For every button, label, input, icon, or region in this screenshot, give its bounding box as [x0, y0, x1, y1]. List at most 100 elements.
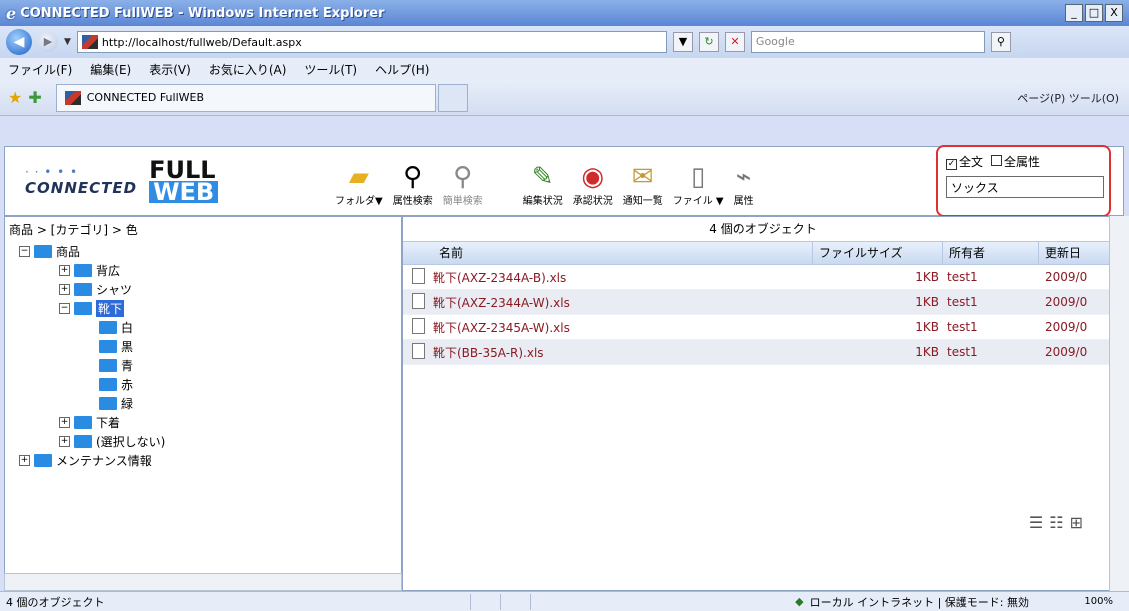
details-view-icon[interactable]: ☰	[1029, 513, 1043, 532]
search-box-panel: ✓ 全文 全属性 ソックス	[936, 145, 1111, 217]
tree-node[interactable]: + メンテナンス情報	[5, 451, 401, 470]
expand-icon[interactable]: +	[59, 284, 70, 295]
folder-icon	[34, 245, 52, 258]
tree-node[interactable]: + (選択しない)	[5, 432, 401, 451]
back-button[interactable]: ◀	[6, 29, 32, 55]
table-row[interactable]: 靴下(AXZ-2345A-W).xls 1KB test1 2009/0	[403, 315, 1123, 340]
favorites-star-icon[interactable]: ★	[8, 88, 22, 107]
menu-help[interactable]: ヘルプ(H)	[375, 61, 429, 78]
column-header-name[interactable]: 名前	[433, 242, 813, 264]
tree-node-label: 白	[121, 321, 134, 335]
expand-icon[interactable]: +	[59, 436, 70, 447]
tree-node[interactable]: − 商品	[5, 242, 401, 261]
file-menu-button[interactable]: ▯ ファイル ▼	[673, 147, 724, 215]
file-name[interactable]: 靴下(AXZ-2345A-W).xls	[433, 319, 813, 336]
history-dropdown-icon[interactable]: ▼	[64, 37, 71, 47]
all-attribute-checkbox[interactable]: 全属性	[991, 153, 1040, 170]
folder-button[interactable]: ▰ フォルダ▼	[335, 147, 383, 215]
web-search-input[interactable]: Google	[750, 31, 985, 53]
connected-fullweb-logo: · · • • • CONNECTED FULL WEB	[5, 147, 335, 215]
tree-node-label: 緑	[121, 397, 134, 411]
expand-icon[interactable]: +	[19, 455, 30, 466]
menu-view[interactable]: 表示(V)	[149, 61, 191, 78]
tree-horizontal-scrollbar[interactable]	[4, 573, 402, 591]
maximize-button[interactable]: □	[1085, 4, 1103, 22]
collapse-icon[interactable]: −	[59, 303, 70, 314]
document-icon	[411, 267, 425, 284]
tree-node[interactable]: + シャツ	[5, 280, 401, 299]
tab-connected-fullweb[interactable]: CONNECTED FullWEB	[55, 83, 436, 112]
document-icon	[411, 317, 425, 334]
column-header-date[interactable]: 更新日	[1039, 242, 1099, 264]
checkbox-unchecked-icon	[991, 155, 1003, 166]
command-bar[interactable]: ページ(P) ツール(O)	[1017, 90, 1119, 106]
add-favorites-icon[interactable]: ✚	[28, 88, 41, 107]
tree-node-label: 黒	[121, 340, 134, 354]
folder-icon	[99, 397, 117, 410]
fulltext-checkbox[interactable]: ✓ 全文	[946, 153, 983, 170]
file-owner: test1	[947, 295, 978, 309]
menu-edit[interactable]: 編集(E)	[90, 61, 131, 78]
stamp-icon: ◉	[581, 162, 605, 192]
search-go-button[interactable]: ⚲	[990, 32, 1011, 52]
new-tab-button[interactable]	[437, 83, 468, 112]
table-row[interactable]: 靴下(BB-35A-R).xls 1KB test1 2009/0	[403, 340, 1123, 365]
tree-node[interactable]: − 靴下	[5, 299, 401, 318]
attribute-search-button[interactable]: ⚲ 属性検索	[393, 147, 433, 215]
attribute-button[interactable]: ⌁ 属性	[734, 147, 754, 215]
security-zone-text[interactable]: ローカル イントラネット | 保護モード: 無効	[810, 594, 1029, 610]
minimize-button[interactable]: _	[1065, 4, 1083, 22]
folder-icon: ▰	[348, 162, 369, 192]
file-name[interactable]: 靴下(AXZ-2344A-B).xls	[433, 269, 813, 286]
tree-node[interactable]: 赤	[5, 375, 401, 394]
table-row[interactable]: 靴下(AXZ-2344A-B).xls 1KB test1 2009/0	[403, 265, 1123, 290]
close-button[interactable]: X	[1105, 4, 1123, 22]
folder-icon	[74, 264, 92, 277]
table-row[interactable]: 靴下(AXZ-2344A-W).xls 1KB test1 2009/0	[403, 290, 1123, 315]
tree-node[interactable]: 黒	[5, 337, 401, 356]
tree-node[interactable]: 緑	[5, 394, 401, 413]
edit-status-label: 編集状況	[522, 196, 563, 207]
zoom-level[interactable]: 100%	[1084, 596, 1113, 607]
file-owner: test1	[947, 270, 978, 284]
menu-file[interactable]: ファイル(F)	[8, 61, 72, 78]
stop-button[interactable]: ✕	[724, 32, 745, 52]
forward-button[interactable]: ▶	[38, 32, 58, 52]
site-favicon-icon	[81, 35, 98, 49]
url-dropdown-button[interactable]: ▼	[672, 32, 693, 52]
tree-node[interactable]: 青	[5, 356, 401, 375]
folder-icon	[99, 378, 117, 391]
file-name[interactable]: 靴下(AXZ-2344A-W).xls	[433, 294, 813, 311]
keyword-search-input[interactable]: ソックス	[946, 176, 1104, 198]
search-icon: ⚲	[403, 162, 423, 192]
tree-node-label: 商品	[56, 245, 81, 259]
file-list-vertical-scrollbar[interactable]	[1109, 216, 1129, 591]
attribute-label: 属性	[733, 196, 754, 207]
tree-node[interactable]: 白	[5, 318, 401, 337]
attribute-search-label: 属性検索	[392, 196, 433, 207]
search-icon: ⚲	[453, 162, 473, 192]
collapse-icon[interactable]: −	[19, 246, 30, 257]
column-header-size[interactable]: ファイルサイズ	[813, 242, 943, 264]
folder-button-label: フォルダ▼	[335, 196, 383, 207]
expand-icon[interactable]: +	[59, 417, 70, 428]
icon-view-icon[interactable]: ⊞	[1070, 513, 1083, 532]
file-date: 2009/0	[1045, 345, 1088, 359]
tree-node[interactable]: + 下着	[5, 413, 401, 432]
approval-status-button[interactable]: ◉ 承認状況	[573, 147, 613, 215]
menu-favorites[interactable]: お気に入り(A)	[209, 61, 287, 78]
file-name[interactable]: 靴下(BB-35A-R).xls	[433, 344, 813, 361]
simple-search-button[interactable]: ⚲ 簡単検索	[443, 147, 483, 215]
expand-icon[interactable]: +	[59, 265, 70, 276]
file-size: 1KB	[915, 320, 939, 334]
edit-status-button[interactable]: ✎ 編集状況	[523, 147, 563, 215]
column-header-owner[interactable]: 所有者	[943, 242, 1039, 264]
status-bar: 4 個のオブジェクト ◆ ローカル イントラネット | 保護モード: 無効 10…	[0, 591, 1129, 611]
file-size: 1KB	[915, 270, 939, 284]
url-input[interactable]: http://localhost/fullweb/Default.aspx	[76, 31, 667, 53]
refresh-button[interactable]: ↻	[698, 32, 719, 52]
tree-node[interactable]: + 背広	[5, 261, 401, 280]
notification-list-button[interactable]: ✉ 通知一覧	[623, 147, 663, 215]
list-view-icon[interactable]: ☷	[1049, 513, 1063, 532]
menu-tools[interactable]: ツール(T)	[304, 61, 357, 78]
